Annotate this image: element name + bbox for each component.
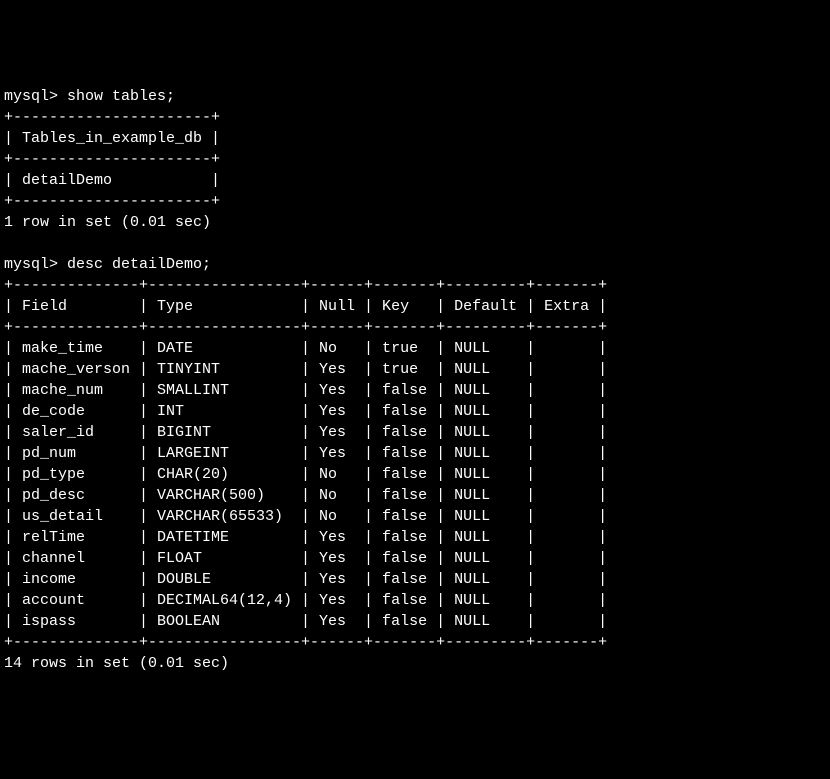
- terminal-output: mysql> show tables; +-------------------…: [4, 86, 826, 674]
